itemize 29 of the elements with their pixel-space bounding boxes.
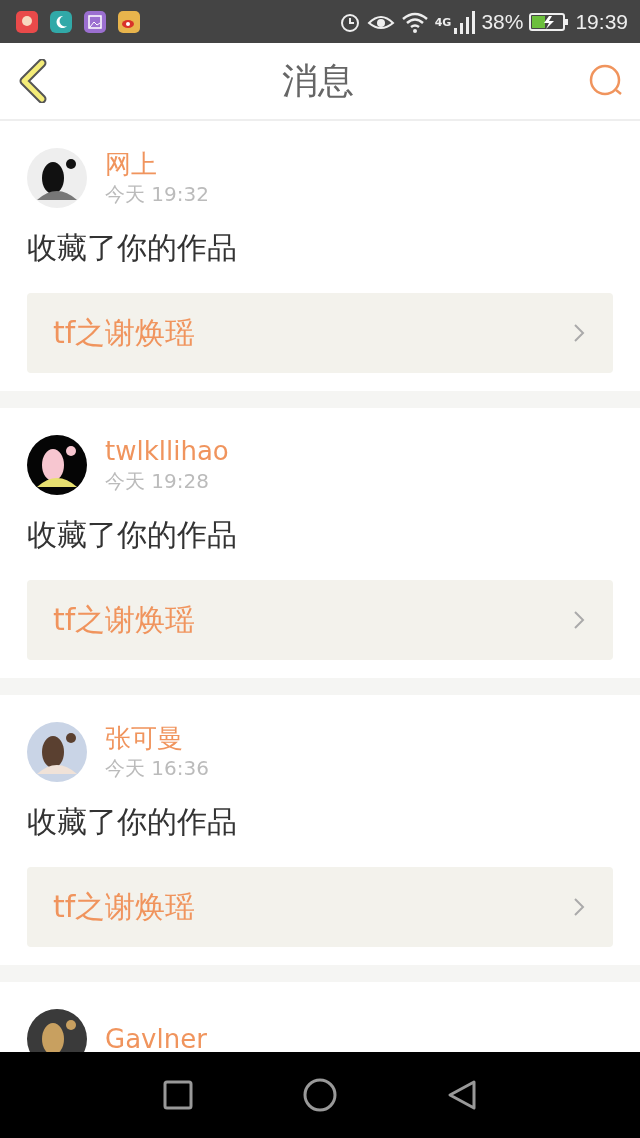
app-icon: [16, 10, 38, 33]
timestamp: 今天 19:32: [105, 181, 209, 208]
user-name[interactable]: 网上: [105, 148, 209, 180]
timestamp: 今天 19:28: [105, 468, 210, 495]
clock: 19:39: [575, 9, 628, 34]
message-text: 收藏了你的作品: [27, 803, 238, 841]
home-icon[interactable]: [303, 1078, 337, 1112]
signal-icon: [453, 9, 476, 34]
moon-icon: [50, 10, 72, 33]
gallery-icon: [84, 10, 106, 33]
battery-percent: 38%: [481, 9, 524, 34]
user-name[interactable]: twlkllihao: [105, 435, 229, 467]
work-link[interactable]: tf之谢焕瑶: [27, 580, 613, 660]
chevron-icon: [573, 323, 585, 343]
network-type: 4G: [434, 15, 452, 29]
message-text: 收藏了你的作品: [27, 516, 238, 554]
message-text: 收藏了你的作品: [27, 229, 238, 267]
work-link[interactable]: tf之谢焕瑶: [27, 867, 613, 947]
user-name[interactable]: 张可曼: [105, 722, 209, 754]
work-link[interactable]: tf之谢焕瑶: [27, 293, 613, 373]
back-icon[interactable]: [447, 1079, 477, 1111]
back-icon[interactable]: [18, 59, 48, 103]
wifi-icon: [400, 10, 429, 33]
page-title: 消息: [282, 58, 354, 103]
chevron-icon: [573, 610, 585, 630]
user-name[interactable]: Gavlner: [105, 1023, 207, 1052]
timestamp: 今天 16:36: [105, 755, 209, 782]
chevron-icon: [573, 897, 585, 917]
recents-icon[interactable]: [163, 1080, 193, 1110]
